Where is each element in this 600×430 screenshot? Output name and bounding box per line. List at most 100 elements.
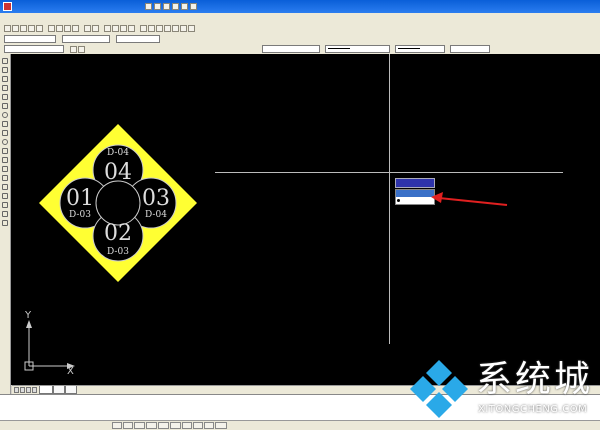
redo-icon[interactable]	[92, 25, 99, 32]
color-combo[interactable]	[262, 45, 320, 53]
match-properties-icon[interactable]	[72, 25, 79, 32]
region-icon[interactable]	[2, 202, 8, 208]
zoom-realtime-icon[interactable]	[112, 25, 119, 32]
redo-icon[interactable]	[190, 3, 197, 10]
block-number-big: 03	[142, 186, 170, 211]
ucs-x-label: X	[67, 366, 74, 377]
polar-toggle[interactable]	[146, 422, 157, 429]
layer-combo[interactable]	[4, 45, 64, 53]
open-icon[interactable]	[12, 25, 19, 32]
open-file-icon[interactable]	[154, 3, 161, 10]
markup-icon[interactable]	[172, 25, 179, 32]
crosshair-vertical	[389, 54, 390, 344]
lwt-toggle[interactable]	[204, 422, 214, 429]
paste-icon[interactable]	[64, 25, 71, 32]
spline-icon[interactable]	[2, 130, 8, 136]
point-icon[interactable]	[2, 175, 8, 181]
circle-icon[interactable]	[2, 112, 8, 118]
table-style-combo[interactable]	[116, 35, 160, 43]
polygon-icon[interactable]	[2, 85, 8, 91]
text-style-combo[interactable]	[4, 35, 56, 43]
block-tag-small: D-03	[107, 247, 129, 257]
menu-item[interactable]: menu	[0, 13, 27, 23]
zoom-previous-icon[interactable]	[128, 25, 135, 32]
tab-next-icon[interactable]	[26, 387, 31, 393]
construction-line-icon[interactable]	[2, 67, 8, 73]
make-block-icon[interactable]	[2, 166, 8, 172]
red-arrow-icon	[431, 192, 508, 206]
revision-cloud-icon[interactable]	[2, 121, 8, 127]
tab-model[interactable]	[39, 386, 53, 394]
pan-icon[interactable]	[104, 25, 111, 32]
insert-block-icon[interactable]	[2, 157, 8, 163]
draw-toolbar	[0, 54, 11, 394]
ellipse-arc-icon[interactable]	[2, 148, 8, 154]
title-bar	[0, 0, 600, 13]
sheet-set-icon[interactable]	[164, 25, 171, 32]
layer-previous-icon[interactable]	[78, 46, 85, 53]
drawing-canvas[interactable]: D-04 04 01 D-03 03 D-04 02 D-03 Y X	[11, 54, 600, 385]
design-center-icon[interactable]	[148, 25, 155, 32]
ortho-toggle[interactable]	[134, 422, 145, 429]
line-tool-icon[interactable]	[2, 58, 8, 64]
polyline-icon[interactable]	[2, 76, 8, 82]
dyn-toggle[interactable]	[193, 422, 203, 429]
tab-last-icon[interactable]	[32, 387, 37, 393]
block-circle-center	[95, 180, 141, 226]
hatch-icon[interactable]	[2, 184, 8, 190]
tab-first-icon[interactable]	[14, 387, 19, 393]
dim-style-combo[interactable]	[62, 35, 110, 43]
tab-layout2[interactable]	[65, 386, 77, 394]
app-logo-icon	[3, 2, 12, 11]
layer-manager-icon[interactable]	[70, 46, 77, 53]
tab-layout1[interactable]	[53, 386, 65, 394]
watermark: 系统城 XITONGCHENG.COM	[408, 358, 600, 422]
cut-icon[interactable]	[48, 25, 55, 32]
snap-toggle[interactable]	[112, 422, 122, 429]
grid-toggle[interactable]	[123, 422, 133, 429]
properties-icon[interactable]	[140, 25, 147, 32]
block-tag-small: D-04	[145, 210, 167, 220]
zoom-window-icon[interactable]	[120, 25, 127, 32]
linetype-combo[interactable]	[325, 45, 390, 53]
block-number-big: 01	[66, 186, 94, 211]
ucs-y-label: Y	[25, 310, 32, 321]
model-toggle[interactable]	[215, 422, 227, 429]
preview-icon[interactable]	[36, 25, 43, 32]
tab-prev-icon[interactable]	[20, 387, 25, 393]
otrack-toggle[interactable]	[170, 422, 181, 429]
save-file-icon[interactable]	[163, 3, 170, 10]
rectangle-icon[interactable]	[2, 94, 8, 100]
arc-icon[interactable]	[2, 103, 8, 109]
block-tag-small: D-03	[69, 210, 91, 220]
context-menu-header	[395, 178, 435, 188]
save-icon[interactable]	[20, 25, 27, 32]
undo-icon[interactable]	[181, 3, 188, 10]
block-drawing[interactable]: D-04 04 01 D-03 03 D-04 02 D-03	[39, 124, 197, 282]
calculator-icon[interactable]	[180, 25, 187, 32]
block-number-big: 02	[104, 221, 132, 246]
gradient-icon[interactable]	[2, 193, 8, 199]
mtext-icon[interactable]	[2, 220, 8, 226]
copy-icon[interactable]	[56, 25, 63, 32]
print-icon[interactable]	[28, 25, 35, 32]
table-icon[interactable]	[2, 211, 8, 217]
ucs-icon: Y X	[17, 310, 77, 377]
selected-dot-icon	[397, 199, 400, 202]
block-tag-small: D-04	[107, 148, 129, 158]
watermark-url: XITONGCHENG.COM	[478, 404, 588, 415]
help-icon[interactable]	[188, 25, 195, 32]
tool-palettes-icon[interactable]	[156, 25, 163, 32]
watermark-title: 系统城	[476, 359, 594, 400]
block-number-big: 04	[104, 160, 132, 185]
ducs-toggle[interactable]	[182, 422, 192, 429]
new-icon[interactable]	[4, 25, 11, 32]
menu-bar: menu	[0, 13, 600, 23]
plot-style-combo[interactable]	[450, 45, 490, 53]
print-icon[interactable]	[172, 3, 179, 10]
lineweight-combo[interactable]	[395, 45, 445, 53]
undo-icon[interactable]	[84, 25, 91, 32]
ellipse-icon[interactable]	[2, 139, 8, 145]
new-file-icon[interactable]	[145, 3, 152, 10]
osnap-toggle[interactable]	[158, 422, 169, 429]
